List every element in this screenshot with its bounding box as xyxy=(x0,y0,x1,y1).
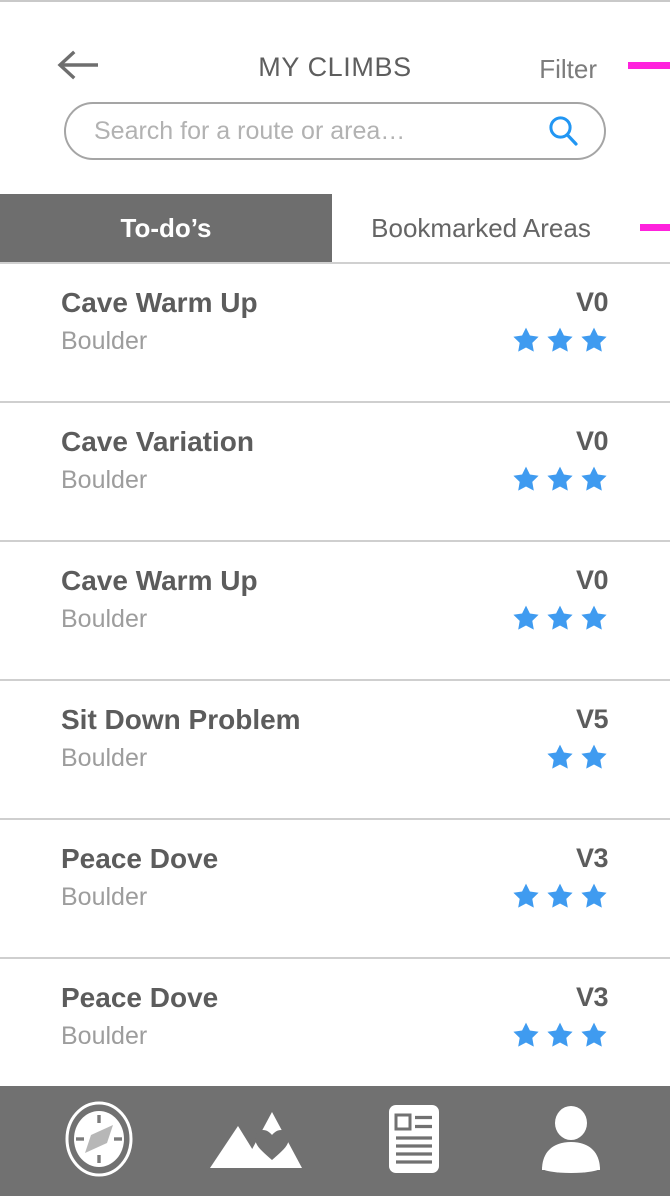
my-climbs-screen: MY CLIMBS Filter To-do’s Bookmarked Area… xyxy=(0,0,670,1196)
nav-item-explore[interactable] xyxy=(49,1101,149,1181)
climb-grade: V3 xyxy=(575,982,609,1012)
table-row[interactable]: Peace Dove Boulder V3 xyxy=(0,959,670,1086)
climb-grade: V3 xyxy=(575,843,609,873)
star-icon xyxy=(512,1021,540,1049)
tab-todos[interactable]: To-do’s xyxy=(0,194,332,262)
climb-name: Sit Down Problem xyxy=(61,704,301,735)
nav-item-favorites[interactable] xyxy=(206,1101,306,1181)
nav-item-profile[interactable] xyxy=(521,1101,621,1181)
climb-grade: V0 xyxy=(575,287,609,317)
star-icon xyxy=(512,604,540,632)
climb-type: Boulder xyxy=(61,744,148,772)
rating-stars xyxy=(546,743,608,771)
climb-grade: V5 xyxy=(575,704,609,734)
tab-bar: To-do’s Bookmarked Areas xyxy=(0,194,670,262)
star-icon xyxy=(580,743,608,771)
nav-item-feed[interactable] xyxy=(364,1101,464,1181)
climb-name: Peace Dove xyxy=(61,982,219,1013)
climb-name: Cave Warm Up xyxy=(61,287,258,318)
rating-stars xyxy=(512,1021,608,1049)
table-row[interactable]: Cave Warm Up Boulder V0 xyxy=(0,542,670,681)
climb-name: Cave Variation xyxy=(61,426,254,457)
table-row[interactable]: Peace Dove Boulder V3 xyxy=(0,820,670,959)
accent-bar-tabs xyxy=(640,224,670,231)
star-icon xyxy=(580,882,608,910)
search-icon[interactable] xyxy=(546,114,580,148)
search-input[interactable] xyxy=(94,116,546,146)
accent-bar-header xyxy=(628,62,670,69)
climb-name: Peace Dove xyxy=(61,843,219,874)
star-icon xyxy=(580,326,608,354)
climb-grade: V0 xyxy=(575,426,609,456)
mountain-heart-icon xyxy=(208,1104,304,1179)
climb-type: Boulder xyxy=(61,1022,148,1050)
app-header: MY CLIMBS Filter xyxy=(0,2,670,102)
climb-name: Cave Warm Up xyxy=(61,565,258,596)
star-icon xyxy=(580,465,608,493)
rating-stars xyxy=(512,465,608,493)
table-row[interactable]: Cave Variation Boulder V0 xyxy=(0,403,670,542)
compass-icon xyxy=(63,1099,135,1184)
star-icon xyxy=(580,604,608,632)
rating-stars xyxy=(512,882,608,910)
search-container xyxy=(0,102,670,194)
star-icon xyxy=(546,1021,574,1049)
climb-type: Boulder xyxy=(61,605,148,633)
climbs-list: Cave Warm Up Boulder V0 Cave Variation Bould… xyxy=(0,262,670,1086)
star-icon xyxy=(512,326,540,354)
table-row[interactable]: Sit Down Problem Boulder V5 xyxy=(0,681,670,820)
search-bar[interactable] xyxy=(64,102,606,160)
filter-button[interactable]: Filter xyxy=(539,54,597,85)
climb-type: Boulder xyxy=(61,466,148,494)
star-icon xyxy=(580,1021,608,1049)
star-icon xyxy=(546,326,574,354)
climb-type: Boulder xyxy=(61,883,148,911)
person-icon xyxy=(537,1104,605,1179)
star-icon xyxy=(546,743,574,771)
news-article-icon xyxy=(385,1103,443,1180)
rating-stars xyxy=(512,326,608,354)
star-icon xyxy=(512,465,540,493)
rating-stars xyxy=(512,604,608,632)
climb-type: Boulder xyxy=(61,327,148,355)
bottom-navigation xyxy=(0,1086,670,1196)
star-icon xyxy=(512,882,540,910)
star-icon xyxy=(546,465,574,493)
table-row[interactable]: Cave Warm Up Boulder V0 xyxy=(0,264,670,403)
climb-grade: V0 xyxy=(575,565,609,595)
tab-bookmarked-areas[interactable]: Bookmarked Areas xyxy=(332,194,670,262)
star-icon xyxy=(546,882,574,910)
star-icon xyxy=(546,604,574,632)
